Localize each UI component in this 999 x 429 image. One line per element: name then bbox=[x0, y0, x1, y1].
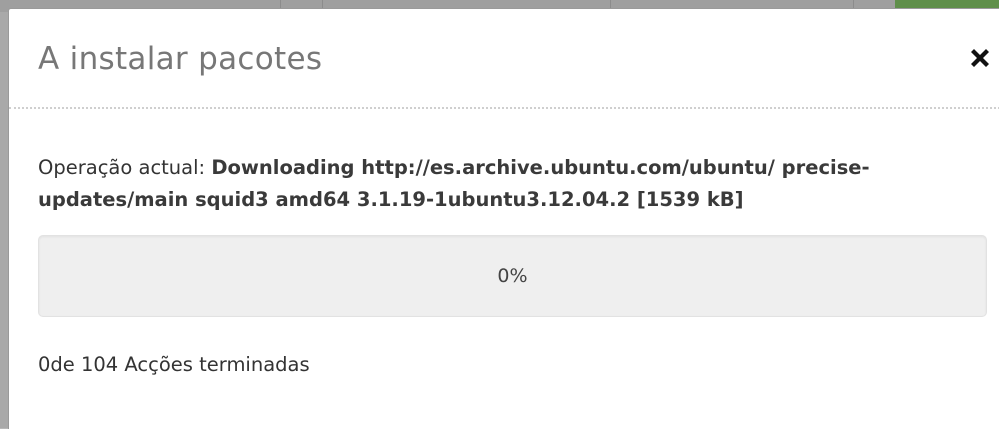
actions-status: 0de 104 Acções terminadas bbox=[38, 353, 310, 376]
current-operation-label: Operação actual: bbox=[38, 156, 206, 179]
progress-percent-text: 0% bbox=[497, 265, 528, 287]
close-icon bbox=[971, 49, 989, 67]
current-operation: Operação actual: Downloading http://es.a… bbox=[38, 152, 983, 216]
close-button[interactable] bbox=[967, 45, 993, 71]
dialog-header: A instalar pacotes bbox=[9, 9, 999, 109]
install-packages-dialog: A instalar pacotes Operação actual: Down… bbox=[8, 8, 999, 429]
dialog-title: A instalar pacotes bbox=[38, 41, 323, 77]
progress-bar: 0% bbox=[38, 235, 987, 317]
